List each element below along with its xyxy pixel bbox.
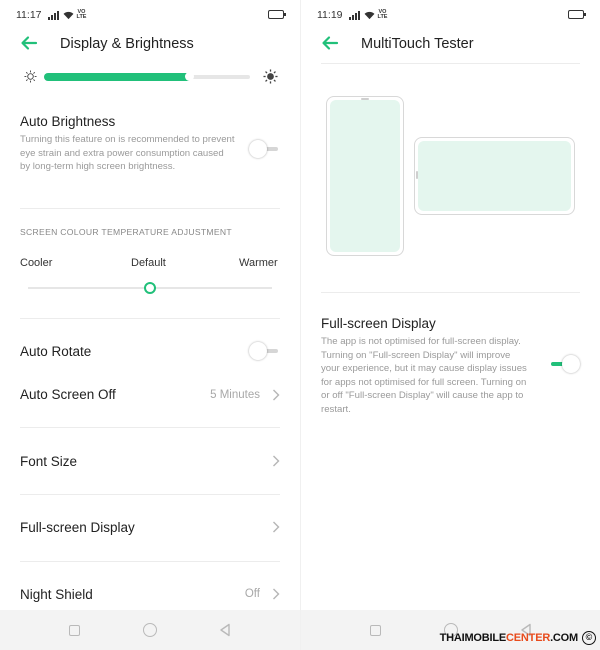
night-shield-label: Night Shield bbox=[20, 587, 93, 602]
auto-brightness-title: Auto Brightness bbox=[20, 114, 116, 129]
warmer-label: Warmer bbox=[239, 257, 278, 269]
divider bbox=[321, 63, 580, 64]
nav-back-icon[interactable] bbox=[218, 623, 232, 637]
cooler-label: Cooler bbox=[20, 257, 53, 269]
page-header: MultiTouch Tester bbox=[301, 30, 600, 58]
page-header: Display & Brightness bbox=[0, 30, 300, 58]
auto-brightness-toggle[interactable] bbox=[248, 139, 280, 159]
portrait-phone-illustration bbox=[326, 96, 404, 256]
chevron-right-icon bbox=[273, 588, 280, 600]
page-title: MultiTouch Tester bbox=[361, 36, 474, 52]
brightness-thumb[interactable] bbox=[185, 72, 195, 81]
chevron-right-icon bbox=[273, 389, 280, 401]
watermark-text: THAIMOBILECENTER.COM bbox=[439, 632, 579, 644]
auto-rotate-toggle[interactable] bbox=[248, 341, 280, 361]
watermark: THAIMOBILECENTER.COM © bbox=[440, 631, 596, 645]
default-label: Default bbox=[131, 257, 166, 269]
divider bbox=[20, 427, 280, 428]
chevron-right-icon bbox=[273, 521, 280, 533]
signal-icon bbox=[348, 10, 360, 20]
battery-icon bbox=[568, 10, 586, 19]
full-screen-display-label: Full-screen Display bbox=[20, 520, 135, 535]
brightness-slider[interactable] bbox=[22, 68, 280, 86]
full-screen-display-title: Full-screen Display bbox=[321, 316, 436, 331]
auto-brightness-description: Turning this feature on is recommended t… bbox=[20, 134, 235, 172]
brightness-high-icon bbox=[263, 69, 278, 84]
brightness-fill bbox=[44, 73, 193, 81]
copyright-icon: © bbox=[582, 631, 596, 645]
brightness-track[interactable] bbox=[44, 72, 250, 81]
font-size-label: Font Size bbox=[20, 454, 78, 469]
recent-apps-icon[interactable] bbox=[370, 625, 381, 636]
status-bar: 11:19 VO LTE bbox=[317, 7, 586, 23]
back-arrow-icon[interactable] bbox=[321, 34, 339, 52]
status-time: 11:19 bbox=[317, 9, 343, 21]
colour-temp-section-title: SCREEN COLOUR TEMPERATURE ADJUSTMENT bbox=[20, 227, 232, 237]
brightness-low-icon bbox=[24, 70, 37, 83]
auto-screen-off-value: 5 Minutes bbox=[210, 389, 260, 401]
recent-apps-icon[interactable] bbox=[69, 625, 80, 636]
volte-icon: VO LTE bbox=[76, 9, 87, 20]
wifi-icon bbox=[364, 11, 374, 19]
display-brightness-screen: 11:17 VO LTE Display & Brightness Auto B… bbox=[0, 0, 300, 650]
home-icon[interactable] bbox=[143, 623, 157, 637]
divider bbox=[20, 208, 280, 209]
chevron-right-icon bbox=[273, 455, 280, 467]
volte-icon: VO LTE bbox=[377, 9, 388, 20]
full-screen-display-description: The app is not optimised for full-screen… bbox=[321, 336, 527, 415]
battery-icon bbox=[268, 10, 286, 19]
back-arrow-icon[interactable] bbox=[20, 34, 38, 52]
multitouch-tester-screen: 11:19 VO LTE MultiTouch Tester Full-scree… bbox=[300, 0, 600, 650]
divider bbox=[321, 292, 580, 293]
divider bbox=[20, 494, 280, 495]
colour-temp-thumb[interactable] bbox=[144, 282, 156, 294]
wifi-icon bbox=[63, 11, 73, 19]
landscape-phone-illustration bbox=[414, 137, 575, 215]
night-shield-value: Off bbox=[244, 588, 260, 600]
page-title: Display & Brightness bbox=[60, 36, 194, 52]
full-screen-display-toggle[interactable] bbox=[549, 354, 581, 374]
status-bar: 11:17 VO LTE bbox=[16, 7, 286, 23]
divider bbox=[20, 561, 280, 562]
status-time: 11:17 bbox=[16, 9, 42, 21]
auto-screen-off-label: Auto Screen Off bbox=[20, 387, 116, 402]
auto-rotate-label: Auto Rotate bbox=[20, 344, 92, 359]
divider bbox=[20, 318, 280, 319]
system-nav-bar bbox=[0, 610, 300, 650]
signal-icon bbox=[47, 10, 59, 20]
